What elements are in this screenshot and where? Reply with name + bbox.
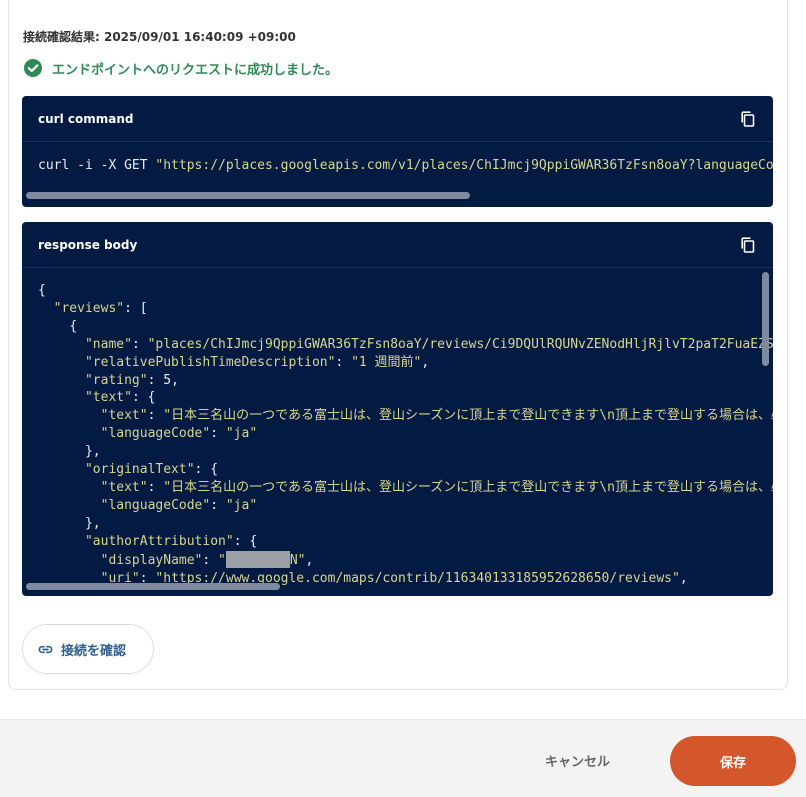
code-token: : 5, <box>147 372 179 388</box>
link-icon <box>38 645 53 653</box>
code-token: , <box>305 552 314 568</box>
curl-command-prefix: curl -i -X GET <box>38 158 156 173</box>
code-token: , <box>679 570 688 586</box>
code-line: "reviews": [ <box>38 300 773 318</box>
response-json: { "reviews": [ { "name": "places/ChIJmcj… <box>38 282 773 587</box>
code-token: "text" <box>100 408 148 424</box>
vertical-scrollbar[interactable] <box>762 272 769 366</box>
code-token: : <box>147 408 164 424</box>
code-line: { <box>38 318 773 336</box>
curl-command-card: curl command curl -i -X GET "https://pla… <box>22 96 773 207</box>
code-line: "text": "日本三名山の一つである富士山は、登山シーズンに頂上まで登山でき… <box>38 479 773 497</box>
copy-icon[interactable] <box>739 236 757 254</box>
code-line: "originalText": { <box>38 461 773 479</box>
code-token: "places/ChIJmcj9QppiGWAR36TzFsn8oaY/revi… <box>147 336 773 352</box>
code-line: "languageCode": "ja" <box>38 425 773 443</box>
code-line: "authorAttribution": { <box>38 533 773 551</box>
code-line: "displayName": " N", <box>38 550 773 570</box>
code-token: : { <box>233 533 258 549</box>
code-token: "ja" <box>225 497 258 513</box>
code-token: : <box>147 479 164 495</box>
horizontal-scrollbar[interactable] <box>26 583 280 590</box>
code-token: "reviews" <box>53 300 125 316</box>
code-line: "languageCode": "ja" <box>38 497 773 515</box>
check-circle-icon <box>24 59 42 77</box>
response-card-header: response body <box>22 222 773 268</box>
code-token: : [ <box>124 300 148 316</box>
success-status: エンドポイントへのリクエストに成功しました。 <box>23 58 338 78</box>
code-token: "1 週間前" <box>351 354 422 370</box>
response-card-title: response body <box>38 237 138 252</box>
code-token: : { <box>131 390 156 406</box>
curl-card-title: curl command <box>38 111 134 126</box>
response-body-card: response body { "reviews": [ { "name": "… <box>22 222 773 596</box>
code-line: { <box>38 282 773 300</box>
code-token: }, <box>84 444 101 460</box>
code-token: : { <box>194 462 219 478</box>
code-token: "text" <box>100 479 148 495</box>
code-token: }, <box>84 515 101 531</box>
code-token: "日本三名山の一つである富士山は、登山シーズンに頂上まで登山できます\n頂上まで… <box>163 408 773 424</box>
redacted-text <box>225 550 290 568</box>
response-body: { "reviews": [ { "name": "places/ChIJmcj… <box>22 268 773 594</box>
code-token: { <box>69 318 78 334</box>
code-line: }, <box>38 443 773 461</box>
check-connection-button[interactable]: 接続を確認 <box>22 624 154 674</box>
code-token: "relativePublishTimeDescription" <box>84 354 336 370</box>
check-connection-label: 接続を確認 <box>61 643 127 659</box>
copy-icon[interactable] <box>739 110 757 128</box>
curl-command-url: "https://places.googleapis.com/v1/places… <box>155 158 773 173</box>
code-token: : <box>335 354 352 370</box>
code-token: : <box>210 426 226 442</box>
cancel-button[interactable]: キャンセル <box>545 751 610 770</box>
horizontal-scrollbar[interactable] <box>26 192 470 199</box>
code-token: N" <box>289 552 306 568</box>
code-token: "languageCode" <box>100 497 211 513</box>
code-token: "displayName" <box>100 552 203 568</box>
code-token: "日本三名山の一つである富士山は、登山シーズンに頂上まで登山できます\n頂上まで… <box>163 479 773 495</box>
success-message: エンドポイントへのリクエストに成功しました。 <box>52 62 339 78</box>
code-token: "originalText" <box>84 462 195 478</box>
code-line: }, <box>38 515 773 533</box>
curl-card-header: curl command <box>22 96 773 142</box>
code-token: " <box>218 552 226 568</box>
code-token: : <box>210 497 226 513</box>
code-token: { <box>38 283 46 298</box>
save-button[interactable]: 保存 <box>670 736 796 786</box>
code-line: "rating": 5, <box>38 372 773 390</box>
curl-command-text: curl -i -X GET "https://places.googleapi… <box>38 158 773 173</box>
code-line: "name": "places/ChIJmcj9QppiGWAR36TzFsn8… <box>38 336 773 354</box>
code-token: "name" <box>84 336 132 352</box>
code-token: "languageCode" <box>100 426 211 442</box>
code-token: : <box>131 336 148 352</box>
curl-command-body: curl -i -X GET "https://places.googleapi… <box>22 142 773 206</box>
code-line: "text": "日本三名山の一つである富士山は、登山シーズンに頂上まで登山でき… <box>38 407 773 425</box>
code-token: : <box>202 552 219 568</box>
code-token: "rating" <box>84 372 148 388</box>
code-token: , <box>421 354 430 370</box>
footer-bar: キャンセル 保存 <box>0 719 806 797</box>
code-line: "text": { <box>38 389 773 407</box>
code-token: "ja" <box>225 426 258 442</box>
code-token: "text" <box>84 390 132 406</box>
connection-result-label: 接続確認結果: 2025/09/01 16:40:09 +09:00 <box>23 30 296 44</box>
code-token: "authorAttribution" <box>84 533 234 549</box>
code-line: "relativePublishTimeDescription": "1 週間前… <box>38 354 773 372</box>
